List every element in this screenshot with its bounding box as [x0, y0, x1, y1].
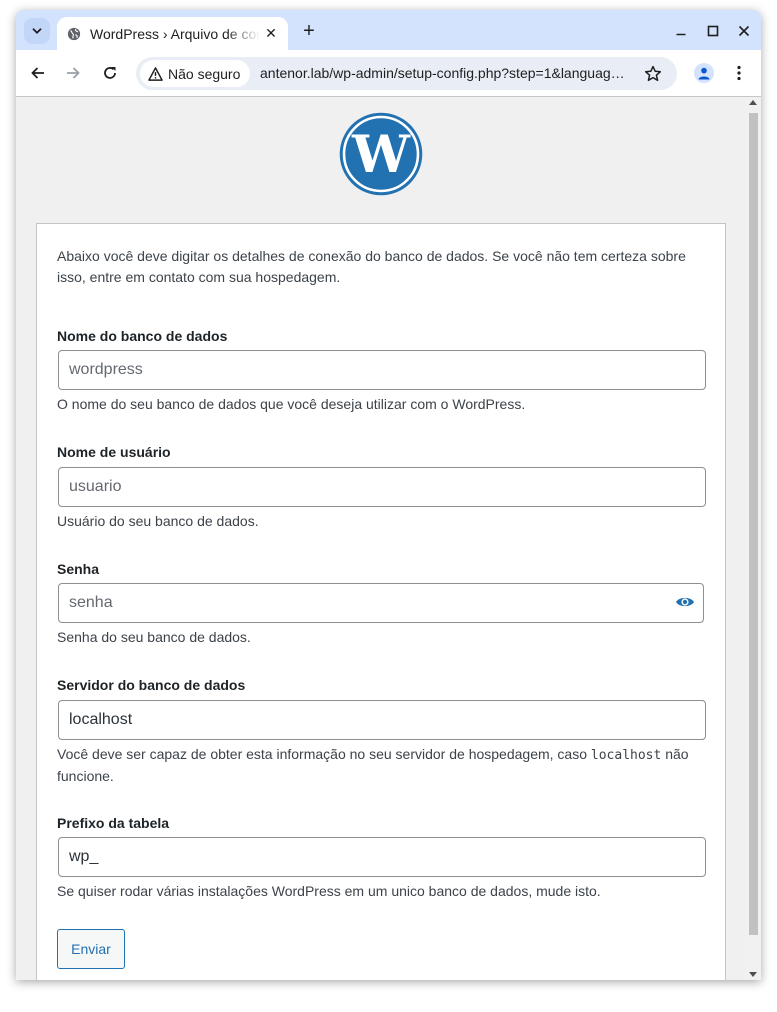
star-icon[interactable] [643, 64, 663, 84]
close-tab-icon[interactable]: ✕ [262, 24, 280, 42]
dbname-label: Nome do banco de dados [57, 328, 228, 344]
intro-text: Abaixo você deve digitar os detalhes de … [57, 248, 686, 285]
wordpress-logo: W [339, 112, 423, 196]
browser-toolbar: Não seguro antenor.lab/wp-admin/setup-co… [16, 50, 761, 96]
scroll-down-arrow-icon[interactable] [749, 972, 757, 977]
password-hint: Senha do seu banco de dados. [57, 629, 251, 645]
username-hint: Usuário do seu banco de dados. [57, 513, 259, 529]
dbhost-hint-code: localhost [590, 748, 662, 763]
address-bar[interactable]: Não seguro antenor.lab/wp-admin/setup-co… [136, 57, 677, 90]
dbhost-hint: Você deve ser capaz de obter esta inform… [57, 744, 707, 787]
tab-title: WordPress › Arquivo de configuração [90, 25, 260, 42]
dbhost-input[interactable] [58, 700, 706, 740]
globe-icon [67, 27, 81, 40]
security-chip[interactable]: Não seguro [140, 60, 250, 87]
prefix-input[interactable] [58, 837, 706, 877]
svg-text:W: W [351, 125, 411, 185]
dbhost-hint-before: Você deve ser capaz de obter esta inform… [57, 746, 591, 762]
back-arrow-icon[interactable] [26, 61, 50, 85]
browser-window: WordPress › Arquivo de configuração ✕ + … [16, 10, 761, 980]
reload-icon[interactable] [98, 61, 122, 85]
username-label: Nome de usuário [57, 444, 171, 460]
password-input[interactable] [58, 583, 704, 623]
dbhost-label: Servidor do banco de dados [57, 677, 246, 693]
url-text[interactable]: antenor.lab/wp-admin/setup-config.php?st… [260, 65, 625, 81]
chevron-down-icon [32, 28, 42, 34]
page-content: W Abaixo você deve digitar os detalhes d… [16, 96, 761, 980]
profile-avatar-icon[interactable] [694, 63, 714, 83]
browser-tab[interactable]: WordPress › Arquivo de configuração ✕ [57, 17, 288, 50]
scroll-up-arrow-icon[interactable] [749, 100, 757, 105]
tab-strip: WordPress › Arquivo de configuração ✕ + [16, 10, 761, 50]
maximize-icon[interactable] [702, 20, 724, 42]
prefix-label: Prefixo da tabela [57, 815, 170, 831]
submit-button[interactable]: Enviar [57, 929, 125, 969]
warning-icon [148, 66, 163, 81]
username-input[interactable] [58, 467, 706, 507]
password-label: Senha [57, 561, 100, 577]
prefix-hint: Se quiser rodar várias instalações WordP… [57, 883, 601, 899]
setup-form-panel: Abaixo você deve digitar os detalhes de … [36, 223, 726, 980]
close-window-icon[interactable] [733, 20, 755, 42]
kebab-menu-icon[interactable] [730, 62, 748, 84]
eye-icon[interactable] [675, 595, 695, 609]
dbname-hint: O nome do seu banco de dados que você de… [57, 396, 526, 412]
security-label: Não seguro [168, 65, 241, 82]
minimize-icon[interactable] [670, 20, 692, 42]
vertical-scrollbar[interactable] [746, 97, 761, 980]
new-tab-button[interactable]: + [298, 20, 320, 42]
tab-search-button[interactable] [24, 18, 50, 44]
scrollbar-thumb[interactable] [749, 113, 758, 935]
forward-arrow-icon[interactable] [61, 61, 85, 85]
dbname-input[interactable] [58, 350, 706, 390]
